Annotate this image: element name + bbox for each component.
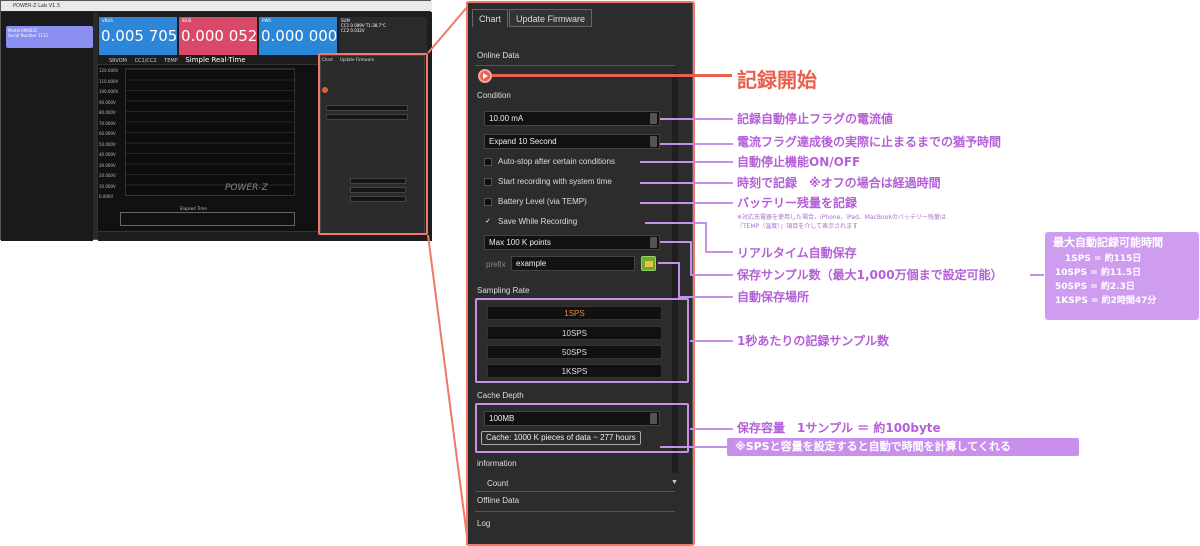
annotation-line: [640, 202, 733, 204]
zoom-highlight-border: [466, 1, 695, 546]
annotation-line: [640, 161, 733, 163]
pwr-value: 0.000 000W: [261, 27, 337, 45]
y-tick-label: 100.000V: [99, 89, 119, 94]
legend-title: 最大自動記録可能時間: [1053, 236, 1163, 249]
annotation-current-flag: 記録自動停止フラグの電流値: [737, 112, 894, 126]
app-title-bar: POWER-Z Lab V1.5: [1, 1, 432, 11]
annotation-per-second: 1秒あたりの記録サンプル数: [737, 334, 889, 348]
annotation-autostop: 自動停止機能ON/OFF: [737, 155, 861, 169]
annotation-line: [705, 222, 707, 252]
annotation-battery: バッテリー残量を記録: [737, 196, 858, 210]
y-tick-label: 80.000V: [99, 110, 116, 115]
ibus-label: IBUS: [182, 18, 192, 23]
pwr-meter: PWR 0.000 000W: [259, 17, 337, 55]
annotation-samples: 保存サンプル数（最大1,000万個まで設定可能）: [737, 268, 1003, 282]
annotation-line: [640, 182, 733, 184]
annotation-line: [705, 251, 733, 253]
x-axis-label: Elapsed Time: [180, 206, 207, 211]
annotation-line: [1030, 274, 1044, 276]
chart-overview-bar[interactable]: [120, 212, 295, 226]
annotation-line: [660, 143, 733, 145]
chart-toolbar: SRVOM CC1/CC2 TEMP Simple Real-Time: [97, 56, 319, 64]
small-panel-highlight: [318, 53, 428, 235]
y-tick-label: 110.000V: [99, 78, 119, 84]
annotation-line: [690, 274, 733, 276]
vbus-label: VBUS: [102, 18, 113, 23]
annotation-calc: ※SPSと容量を設定すると自動で時間を計算してくれる: [727, 438, 1079, 456]
y-tick-label: 30.000V: [99, 162, 116, 168]
annotation-battery-note-2: 『TEMP（温度）』項目を介して表示されます: [737, 223, 859, 230]
annotation-line: [660, 118, 733, 120]
vbus-value: 0.005 705 V: [101, 27, 177, 45]
y-tick-label: 50.000V: [99, 141, 116, 147]
max-record-time-legend: 最大自動記録可能時間 1SPS = 約115日 10SPS = 約11.5日 5…: [1045, 232, 1199, 320]
legend-row: 50SPS = 約2.3日: [1055, 282, 1135, 292]
y-tick-label: 90.000V: [99, 99, 116, 105]
legend-row: 1SPS = 約115日: [1065, 254, 1142, 264]
annotation-line: [660, 446, 727, 448]
start-pointer-line: [492, 74, 732, 77]
sum-line-3: CC2 0.032V: [341, 28, 365, 33]
annotation-grace: 電流フラグ達成後の実際に止まるまでの猶予時間: [737, 135, 1002, 149]
y-tick-label: 40.000V: [99, 152, 116, 157]
app-title: POWER-Z Lab V1.5: [13, 3, 61, 9]
y-tick-label: 0.000V: [99, 194, 114, 199]
annotation-location: 自動保存場所: [737, 290, 810, 304]
annotation-line: [678, 262, 680, 297]
chart-brand: POWER-Z: [225, 183, 268, 193]
device-sn-label: Serial Number: [8, 33, 37, 38]
annotation-line: [660, 241, 690, 243]
annotation-line: [690, 428, 733, 430]
y-axis-ticks: 120.000V 110.000V 100.000V 90.000V 80.000V 70…: [99, 66, 125, 199]
y-tick-label: 10.000V: [99, 183, 116, 189]
annotation-line: [658, 262, 678, 264]
annotation-battery-note-1: ※対応充電器を使用した場合、iPhone、iPad、MacBookのバッテリー残…: [737, 214, 946, 221]
annotation-capacity: 保存容量 1サンプル ＝ 約100byte: [737, 421, 941, 435]
ibus-meter: IBUS 0.000 052 A: [179, 17, 257, 55]
annotation-line: [678, 296, 733, 298]
y-tick-label: 20.000V: [99, 173, 116, 178]
device-card[interactable]: Model KM003C Serial Number 1111: [6, 26, 93, 48]
device-sn-value: 1111: [37, 33, 49, 38]
y-tick-label: 60.000V: [99, 131, 116, 136]
sum-meter: SUM CC1 0.099V T1:38.7°C CC2 0.032V: [339, 17, 427, 55]
annotation-line: [690, 241, 692, 275]
annotation-start: 記録開始: [737, 68, 817, 92]
annotation-realtime-save: リアルタイム自動保存: [737, 246, 857, 260]
legend-row: 10SPS = 約11.5日: [1055, 268, 1142, 278]
chart-plot: [125, 68, 295, 196]
vbus-meter: VBUS 0.005 705 V: [99, 17, 177, 55]
legend-row: 1KSPS = 約2時間47分: [1055, 296, 1157, 306]
annotation-systime: 時刻で記録 ※オフの場合は経過時間: [737, 176, 941, 190]
annotation-line: [645, 222, 705, 224]
pwr-label: PWR: [262, 18, 272, 23]
y-tick-label: 120.000V: [99, 68, 119, 73]
annotation-line: [690, 340, 733, 342]
y-tick-label: 70.000V: [99, 120, 116, 126]
chart-title: Simple Real-Time: [185, 56, 246, 64]
ibus-value: 0.000 052 A: [181, 27, 257, 45]
